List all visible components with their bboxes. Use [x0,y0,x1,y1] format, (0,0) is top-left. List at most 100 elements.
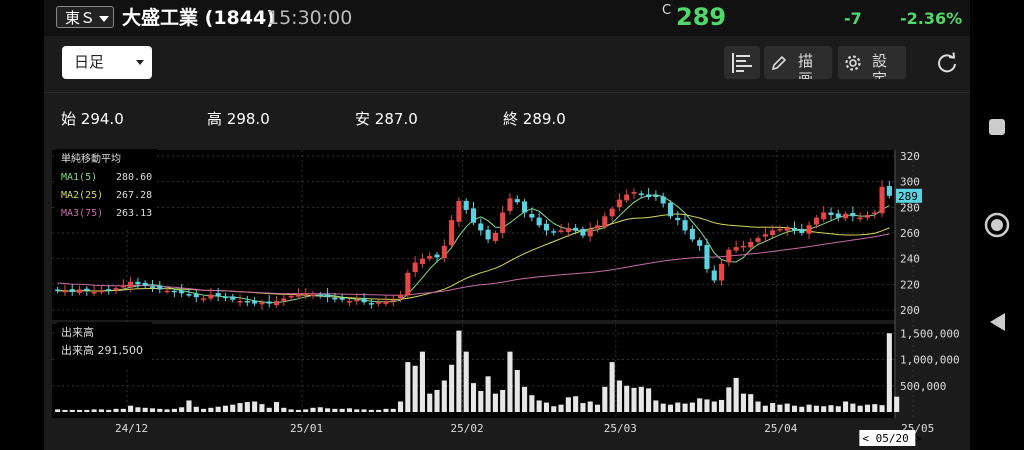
candle-body [463,200,469,210]
home-icon[interactable] [984,212,1010,238]
recents-icon[interactable] [988,118,1006,136]
candle-body [427,256,433,259]
back-icon[interactable] [988,312,1006,332]
candle-body [711,270,717,281]
volume-bar [427,393,433,412]
candle-body [441,245,447,259]
candle-body [252,300,258,304]
volume-bar [850,403,856,412]
price-tick-label: 240 [900,253,920,266]
candle-body [478,223,484,231]
price-chart[interactable]: 320 300 280 260 240 220 200 1,500,000 1,000,000 5… [44,148,970,450]
chevron-down-icon [99,16,109,22]
volume-bar [193,406,199,412]
header-bar: 東Ｓ 大盛工業 (1844) 15:30:00 C 289 -7 -2.36% [44,0,970,36]
candle-body [361,298,367,303]
volume-bar [55,409,61,412]
candle-body [551,231,557,233]
volume-bar [339,408,345,412]
candle-body [368,303,374,305]
candle-body [237,301,243,303]
volume-bar [434,389,440,412]
period-select[interactable]: 日足 [62,46,152,79]
candle-body [98,290,104,293]
candle-body [215,293,221,296]
candle-body [157,286,163,290]
candle-body [733,247,739,251]
settings-label: 設定 [872,52,891,79]
volume-bar [485,376,491,412]
candle-body [412,262,418,273]
candle-body [142,282,148,286]
volume-bar [76,409,83,412]
candle-body [120,285,126,288]
candle-body [602,216,608,227]
volume-bar [697,398,703,412]
candle-body [135,281,141,285]
price-flag: C [662,3,672,18]
volume-tick-label: 500,000 [900,380,946,393]
candle-body [164,290,170,293]
candle-body [726,249,732,263]
volume-bar [215,406,221,412]
volume-bar [244,402,250,412]
volume-bar [281,407,287,412]
refresh-icon[interactable] [936,52,958,74]
volume-bar [310,407,316,412]
volume-bar [237,403,243,412]
candle-body [667,202,674,217]
volume-bar [821,406,827,412]
stock-title: 大盛工業 (1844) [122,6,275,30]
candle-body [325,294,331,298]
candle-body [500,212,506,233]
candle-body [208,294,214,299]
cursor-date-label: < 05/20 > [862,432,922,445]
price-tick-label: 300 [900,176,920,189]
open-label: 始 [61,110,77,128]
candle-body [295,294,301,297]
market-label: 東Ｓ [65,9,96,27]
time-tick-label: 25/03 [604,422,637,435]
candle-body [76,289,83,293]
candle-body [91,292,97,294]
candle-body [536,217,542,226]
volume-bar [113,408,119,412]
pencil-icon [771,55,787,71]
candle-body [405,272,411,296]
volume-bar [733,377,739,412]
candle-body [821,212,827,220]
candle-body [397,294,404,299]
volume-bar [529,395,535,412]
volume-legend: 出来高 出来高 291,500 [57,322,152,370]
volume-bar [522,386,528,412]
volume-bar [864,404,871,412]
volume-bar [565,397,571,412]
volume-bar [689,402,695,412]
candle-body [653,195,659,198]
candle-body [113,288,119,291]
draw-button[interactable]: 描画 [764,46,832,79]
candle-body [872,212,878,214]
candle-body [660,196,666,204]
settings-button[interactable]: 設定 [838,46,906,79]
market-selector[interactable]: 東Ｓ [56,6,114,28]
ma2-legend: MA2(25) 267.28 [61,190,153,201]
candle-body [675,217,681,221]
volume-bar [872,404,878,412]
volume-bar [354,409,360,412]
volume-bar [609,362,615,412]
candle-body [777,229,783,231]
low-label: 安 [355,110,371,128]
candle-body [390,299,396,302]
high-label: 高 [207,110,223,128]
price-change: -7 [844,9,862,28]
volume-bar [806,404,812,412]
volume-bar [288,409,294,412]
candle-body [84,288,90,291]
candle-body [346,301,353,303]
volume-bar [580,403,586,412]
volume-bar [602,386,608,412]
indicator-button[interactable] [724,46,760,79]
volume-bar [171,408,177,412]
low-value: 287.0 [374,110,418,128]
